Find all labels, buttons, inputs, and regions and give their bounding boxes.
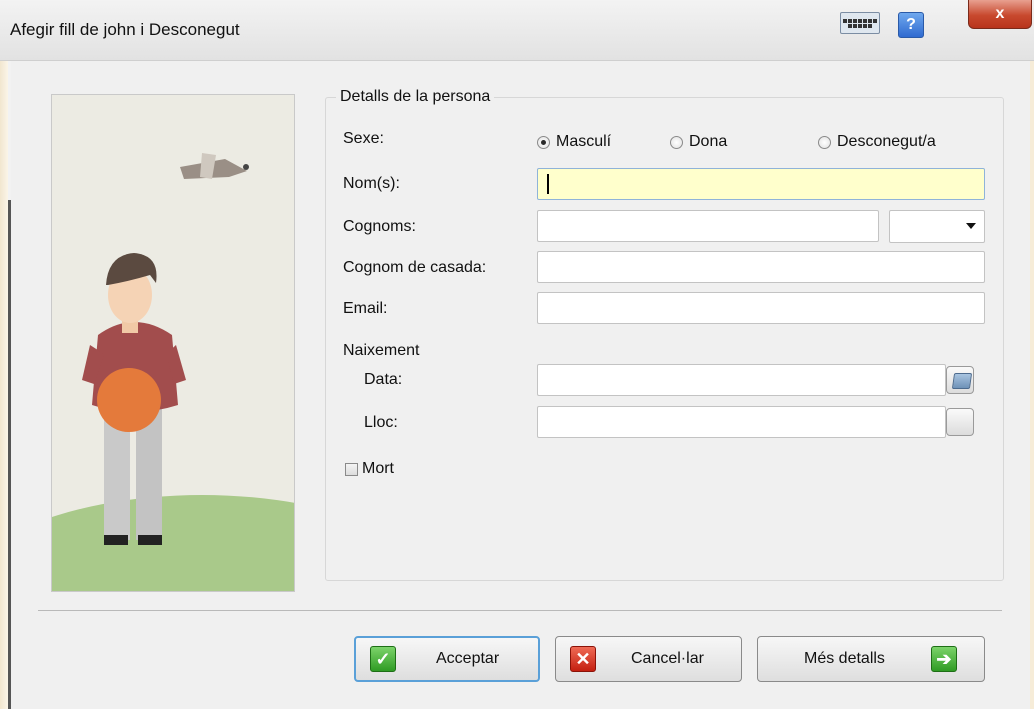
boy-with-ball-image (52, 153, 294, 591)
birth-place-input[interactable] (537, 406, 946, 438)
window-border-right (1030, 0, 1034, 709)
surnames-input[interactable] (537, 210, 879, 242)
checkbox-unchecked-icon (345, 462, 358, 476)
chevron-down-icon (966, 223, 976, 229)
names-input[interactable] (537, 168, 985, 200)
sex-option-male: Masculí (556, 133, 612, 150)
more-details-label: Més detalls (804, 650, 885, 667)
person-illustration (51, 94, 295, 592)
deceased-label: Mort (362, 460, 394, 477)
sex-radio-unknown[interactable]: Desconegut/a (818, 133, 936, 151)
more-details-button[interactable]: Més detalls ➔ (757, 636, 985, 682)
cancel-label: Cancel·lar (631, 650, 704, 667)
married-name-input[interactable] (537, 251, 985, 283)
help-icon[interactable]: ? (898, 12, 924, 38)
window-title: Afegir fill de john i Desconegut (10, 20, 240, 39)
sex-label: Sexe: (343, 130, 384, 147)
window-border-left (0, 0, 8, 709)
deceased-checkbox[interactable]: Mort (345, 460, 394, 478)
birth-date-label: Data: (364, 371, 403, 388)
radio-unchecked-icon (818, 135, 831, 149)
email-input[interactable] (537, 292, 985, 324)
close-button[interactable]: x (968, 0, 1032, 29)
calendar-icon (951, 373, 973, 389)
surnames-label: Cognoms: (343, 218, 416, 235)
sex-radio-male[interactable]: Masculí (537, 133, 611, 151)
birth-heading: Naixement (343, 342, 420, 359)
birth-date-input[interactable] (537, 364, 946, 396)
married-name-label: Cognom de casada: (343, 259, 487, 276)
sex-option-unknown: Desconegut/a (837, 133, 936, 150)
radio-unchecked-icon (670, 135, 683, 149)
calendar-button[interactable] (946, 366, 974, 394)
text-caret (547, 174, 549, 194)
airplane-icon (180, 153, 249, 179)
radio-checked-icon (537, 135, 550, 149)
close-x-icon: ✕ (570, 646, 596, 672)
accept-button[interactable]: ✓ Acceptar (354, 636, 540, 682)
cancel-button[interactable]: ✕ Cancel·lar (555, 636, 742, 682)
birth-place-label: Lloc: (364, 414, 398, 431)
separator (38, 610, 1002, 611)
names-label: Nom(s): (343, 175, 400, 192)
sex-radio-female[interactable]: Dona (670, 133, 727, 151)
sex-option-female: Dona (689, 133, 728, 150)
accept-label: Acceptar (436, 650, 500, 667)
arrow-right-icon: ➔ (930, 646, 957, 672)
check-icon: ✓ (370, 646, 396, 672)
email-label: Email: (343, 300, 388, 317)
keyboard-icon[interactable] (840, 12, 880, 34)
place-browse-button[interactable] (946, 408, 974, 436)
surname-suffix-dropdown[interactable] (889, 210, 985, 243)
group-legend: Detalls de la persona (336, 88, 495, 106)
